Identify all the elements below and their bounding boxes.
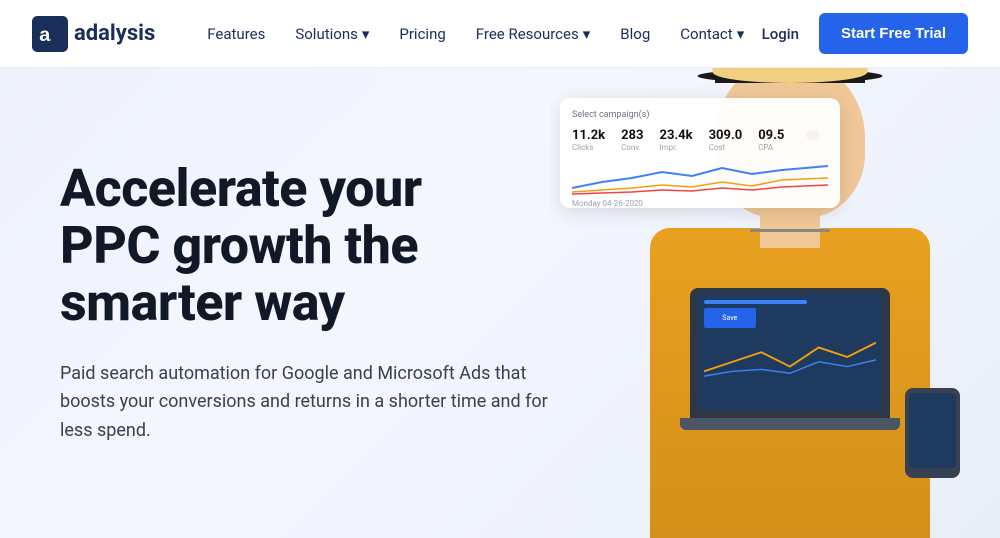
navbar: a adalysis Features Solutions ▾ Pricing … xyxy=(0,0,1000,68)
metric-clicks: 11.2k Clicks xyxy=(572,128,605,152)
nav-item-solutions[interactable]: Solutions ▾ xyxy=(283,17,381,51)
metric-impr: 23.4k Impr. xyxy=(659,128,692,152)
hero-section: Accelerate your PPC growth the smarter w… xyxy=(0,68,1000,538)
nav-item-contact[interactable]: Contact ▾ xyxy=(668,17,756,51)
chevron-down-icon: ▾ xyxy=(362,25,370,43)
person-necklace xyxy=(750,229,830,232)
logo-text: adalysis xyxy=(74,21,155,46)
nav-item-features[interactable]: Features xyxy=(195,17,277,51)
hero-left: Accelerate your PPC growth the smarter w… xyxy=(0,68,550,538)
person-laptop: Save xyxy=(690,288,890,418)
nav-right: Login Start Free Trial xyxy=(762,13,968,54)
nav-item-pricing[interactable]: Pricing xyxy=(387,17,457,51)
nav-links: Features Solutions ▾ Pricing Free Resour… xyxy=(195,17,761,51)
logo[interactable]: a adalysis xyxy=(32,16,155,52)
metric-conv: 283 Conv. xyxy=(621,128,643,152)
chevron-down-icon: ▾ xyxy=(583,25,591,43)
hero-right: Select campaign(s) 11.2k Clicks 283 Conv… xyxy=(550,68,1000,538)
nav-item-free-resources[interactable]: Free Resources ▾ xyxy=(464,17,602,51)
svg-text:a: a xyxy=(39,24,51,46)
chevron-down-icon: ▾ xyxy=(737,25,745,43)
metric-cpa: 09.5 CPA xyxy=(758,128,784,152)
person-phone xyxy=(905,388,960,478)
card-metrics: 11.2k Clicks 283 Conv. 23.4k Impr. 309.0… xyxy=(572,128,828,152)
login-link[interactable]: Login xyxy=(762,25,799,43)
chart-area xyxy=(572,160,828,195)
card-date-label: Monday 04-26-2020 xyxy=(572,199,828,208)
hero-heading: Accelerate your PPC growth the smarter w… xyxy=(60,160,550,332)
start-free-trial-button[interactable]: Start Free Trial xyxy=(819,13,968,54)
laptop-screen: Save xyxy=(698,294,882,410)
hero-subtext: Paid search automation for Google and Mi… xyxy=(60,360,550,446)
laptop-base xyxy=(680,418,900,430)
dashboard-card: Select campaign(s) 11.2k Clicks 283 Conv… xyxy=(560,98,840,208)
card-header-label: Select campaign(s) xyxy=(572,110,828,120)
nav-item-blog[interactable]: Blog xyxy=(608,17,662,51)
metric-cost: 309.0 Cost xyxy=(709,128,743,152)
